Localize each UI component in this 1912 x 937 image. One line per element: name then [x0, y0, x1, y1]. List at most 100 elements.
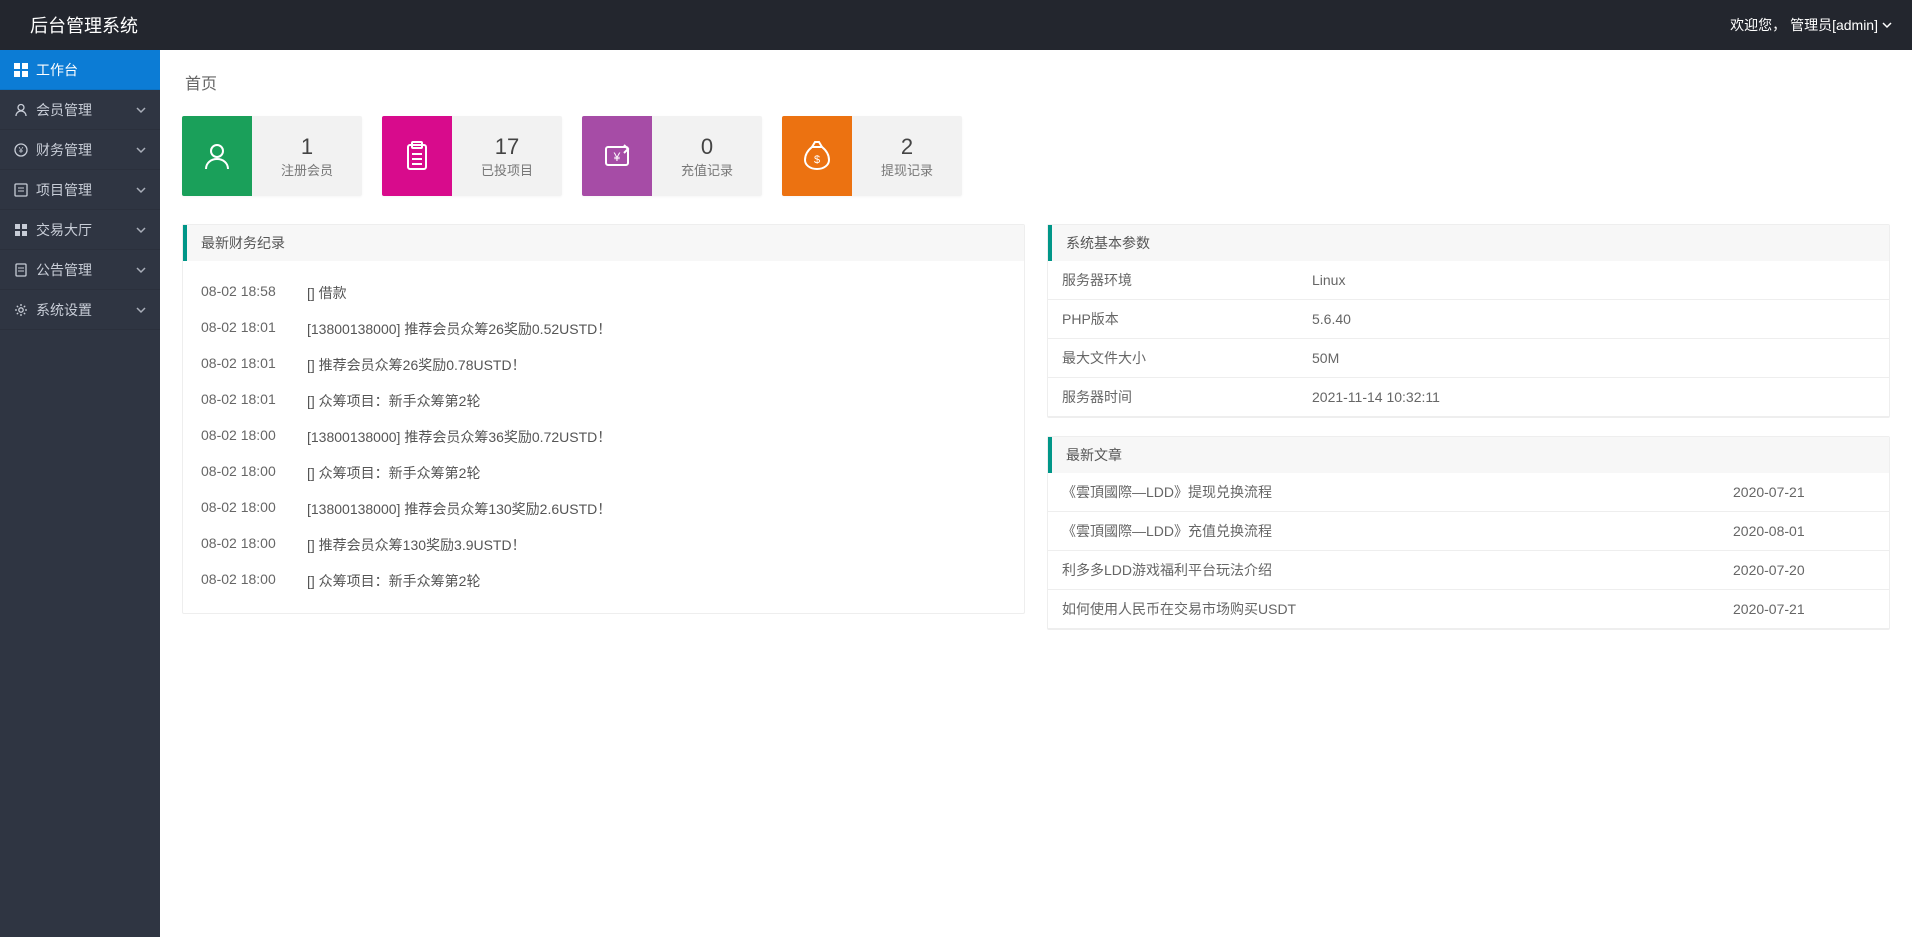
article-title: 《雲頂國際—LDD》提现兑换流程 — [1048, 473, 1719, 512]
article-row[interactable]: 《雲頂國際—LDD》充值兑换流程2020-08-01 — [1048, 512, 1889, 551]
sidebar-item-label: 系统设置 — [36, 300, 128, 320]
finance-panel: 最新财务纪录 08-02 18:58[] 借款08-02 18:01[13800… — [182, 224, 1025, 614]
articles-panel-title: 最新文章 — [1048, 437, 1889, 473]
log-time: 08-02 18:00 — [201, 535, 291, 555]
log-text: [] 推荐会员众筹130奖励3.9USTD！ — [307, 535, 526, 555]
log-text: [13800138000] 推荐会员众筹130奖励2.6USTD！ — [307, 499, 611, 519]
list-icon — [14, 183, 28, 197]
sidebar-item-label: 项目管理 — [36, 180, 128, 200]
stat-card-3[interactable]: $2提现记录 — [782, 116, 962, 196]
finance-log-item: 08-02 18:00 [13800138000] 推荐会员众筹36奖励0.72U… — [201, 419, 1006, 455]
recharge-icon: ¥ — [582, 116, 652, 196]
sysinfo-value: 50M — [1298, 339, 1889, 378]
log-text: [] 借款 — [307, 283, 347, 303]
article-row[interactable]: 《雲頂國際—LDD》提现兑换流程2020-07-21 — [1048, 473, 1889, 512]
main: 首页 1注册会员17已投项目¥0充值记录$2提现记录 最新财务纪录 08-02 … — [160, 50, 1912, 937]
grid-icon — [14, 223, 28, 237]
finance-log-item: 08-02 18:00 [13800138000] 推荐会员众筹130奖励2.6U… — [201, 491, 1006, 527]
svg-text:¥: ¥ — [18, 146, 24, 155]
stat-card-1[interactable]: 17已投项目 — [382, 116, 562, 196]
article-row[interactable]: 如何使用人民币在交易市场购买USDT2020-07-21 — [1048, 590, 1889, 629]
log-text: [13800138000] 推荐会员众筹26奖励0.52USTD！ — [307, 319, 611, 339]
log-time: 08-02 18:00 — [201, 571, 291, 591]
finance-log-item: 08-02 18:01[13800138000] 推荐会员众筹26奖励0.52U… — [201, 311, 1006, 347]
log-time: 08-02 18:01 — [201, 391, 291, 411]
sysinfo-table: 服务器环境LinuxPHP版本5.6.40最大文件大小50M服务器时间2021-… — [1048, 261, 1889, 417]
sidebar-item-5[interactable]: 公告管理 — [0, 250, 160, 290]
sysinfo-key: 服务器时间 — [1048, 378, 1298, 417]
finance-log-item: 08-02 18:01 [] 推荐会员众筹26奖励0.78USTD！ — [201, 347, 1006, 383]
sysinfo-row: 服务器时间2021-11-14 10:32:11 — [1048, 378, 1889, 417]
user-icon — [14, 103, 28, 117]
chevron-down-icon — [136, 265, 146, 275]
stat-info: 2提现记录 — [852, 116, 962, 196]
sidebar-item-3[interactable]: 项目管理 — [0, 170, 160, 210]
topbar: 后台管理系统 欢迎您， 管理员[admin] — [0, 0, 1912, 50]
breadcrumb: 首页 — [160, 50, 1912, 106]
sysinfo-value: 2021-11-14 10:32:11 — [1298, 378, 1889, 417]
sidebar-item-0[interactable]: 工作台 — [0, 50, 160, 90]
svg-text:$: $ — [814, 154, 820, 166]
stat-label: 已投项目 — [481, 160, 533, 179]
log-text: [13800138000] 推荐会员众筹36奖励0.72USTD！ — [307, 427, 611, 447]
user-menu[interactable]: 欢迎您， 管理员[admin] — [1730, 15, 1892, 35]
moneybag-icon: $ — [782, 116, 852, 196]
sidebar-item-label: 交易大厅 — [36, 220, 128, 240]
log-time: 08-02 18:58 — [201, 283, 291, 303]
log-text: [] 众筹项目：新手众筹第2轮 — [307, 391, 480, 411]
gear-icon — [14, 303, 28, 317]
stat-card-0[interactable]: 1注册会员 — [182, 116, 362, 196]
chevron-down-icon — [136, 225, 146, 235]
log-text: [] 推荐会员众筹26奖励0.78USTD！ — [307, 355, 526, 375]
chevron-down-icon — [136, 185, 146, 195]
article-row[interactable]: 利多多LDD游戏福利平台玩法介绍2020-07-20 — [1048, 551, 1889, 590]
sysinfo-panel: 系统基本参数 服务器环境LinuxPHP版本5.6.40最大文件大小50M服务器… — [1047, 224, 1890, 418]
log-text: [] 众筹项目：新手众筹第2轮 — [307, 463, 480, 483]
chevron-down-icon — [136, 305, 146, 315]
sysinfo-row: 服务器环境Linux — [1048, 261, 1889, 300]
articles-table: 《雲頂國際—LDD》提现兑换流程2020-07-21《雲頂國際—LDD》充值兑换… — [1048, 473, 1889, 629]
sidebar-item-2[interactable]: ¥ 财务管理 — [0, 130, 160, 170]
article-date: 2020-07-21 — [1719, 590, 1889, 629]
stat-info: 1注册会员 — [252, 116, 362, 196]
article-title: 如何使用人民币在交易市场购买USDT — [1048, 590, 1719, 629]
chevron-down-icon — [136, 105, 146, 115]
sidebar-item-4[interactable]: 交易大厅 — [0, 210, 160, 250]
stat-card-2[interactable]: ¥0充值记录 — [582, 116, 762, 196]
article-date: 2020-08-01 — [1719, 512, 1889, 551]
stat-info: 0充值记录 — [652, 116, 762, 196]
greeting-user: 管理员[admin] — [1790, 15, 1878, 35]
finance-log-item: 08-02 18:01 [] 众筹项目：新手众筹第2轮 — [201, 383, 1006, 419]
log-time: 08-02 18:00 — [201, 463, 291, 483]
article-date: 2020-07-21 — [1719, 473, 1889, 512]
sidebar: 工作台会员管理 ¥ 财务管理项目管理交易大厅公告管理系统设置 — [0, 50, 160, 937]
brand-title: 后台管理系统 — [30, 12, 138, 38]
sidebar-item-1[interactable]: 会员管理 — [0, 90, 160, 130]
sysinfo-value: 5.6.40 — [1298, 300, 1889, 339]
stat-label: 提现记录 — [881, 160, 933, 179]
money-icon: ¥ — [14, 143, 28, 157]
sysinfo-panel-title: 系统基本参数 — [1048, 225, 1889, 261]
chevron-down-icon — [136, 145, 146, 155]
stat-info: 17已投项目 — [452, 116, 562, 196]
sysinfo-row: PHP版本5.6.40 — [1048, 300, 1889, 339]
log-time: 08-02 18:00 — [201, 499, 291, 519]
articles-panel: 最新文章 《雲頂國際—LDD》提现兑换流程2020-07-21《雲頂國際—LDD… — [1047, 436, 1890, 630]
finance-log-item: 08-02 18:00 [] 推荐会员众筹130奖励3.9USTD！ — [201, 527, 1006, 563]
finance-panel-title: 最新财务纪录 — [183, 225, 1024, 261]
sidebar-item-6[interactable]: 系统设置 — [0, 290, 160, 330]
clipboard-icon — [382, 116, 452, 196]
finance-log-item: 08-02 18:00 [] 众筹项目：新手众筹第2轮 — [201, 455, 1006, 491]
log-time: 08-02 18:00 — [201, 427, 291, 447]
log-text: [] 众筹项目：新手众筹第2轮 — [307, 571, 480, 591]
stat-value: 1 — [301, 134, 313, 160]
stat-value: 17 — [495, 134, 519, 160]
sysinfo-value: Linux — [1298, 261, 1889, 300]
sidebar-item-label: 公告管理 — [36, 260, 128, 280]
article-title: 《雲頂國際—LDD》充值兑换流程 — [1048, 512, 1719, 551]
log-time: 08-02 18:01 — [201, 355, 291, 375]
stat-label: 充值记录 — [681, 160, 733, 179]
article-date: 2020-07-20 — [1719, 551, 1889, 590]
chevron-down-icon — [1882, 20, 1892, 30]
sidebar-item-label: 财务管理 — [36, 140, 128, 160]
